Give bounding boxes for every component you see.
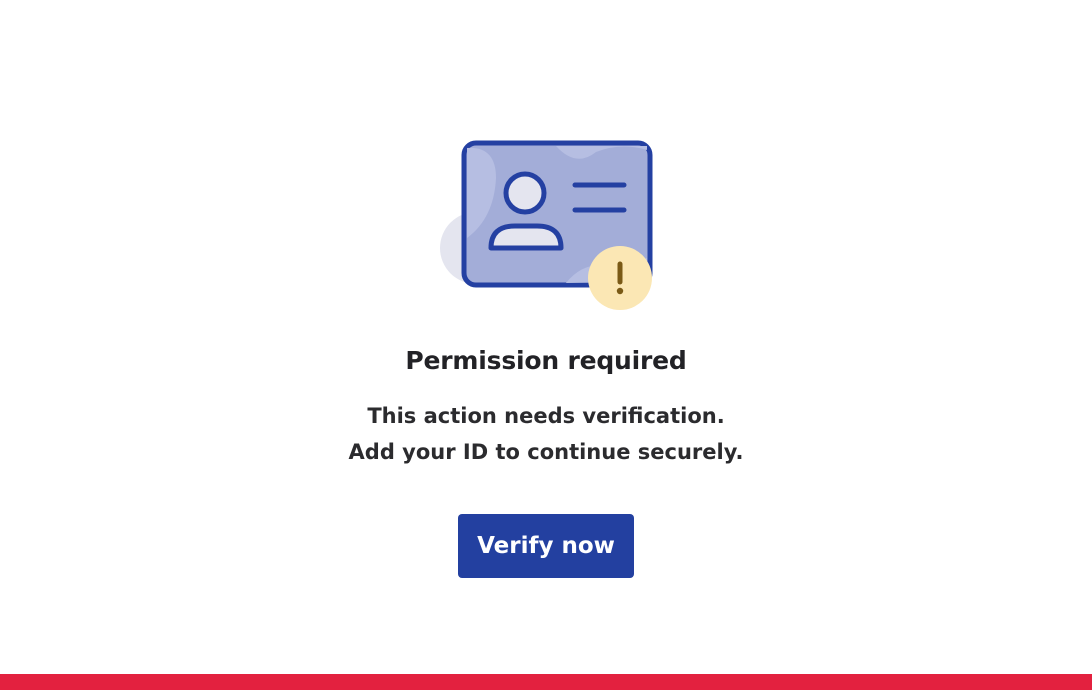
verify-now-button[interactable]: Verify now [458, 514, 634, 578]
id-card-warning-icon [440, 140, 653, 310]
dialog-title: Permission required [405, 346, 687, 375]
exclamation-icon [616, 261, 624, 295]
avatar-head [503, 171, 547, 215]
message-line-1: This action needs verification. [367, 404, 725, 428]
message-line-2: Add your ID to continue securely. [348, 440, 744, 464]
dialog-message: This action needs verification. Add your… [0, 398, 1092, 470]
permission-required-page: Permission required This action needs ve… [0, 0, 1092, 690]
avatar-body [488, 223, 564, 251]
footer-accent-bar [0, 674, 1092, 690]
